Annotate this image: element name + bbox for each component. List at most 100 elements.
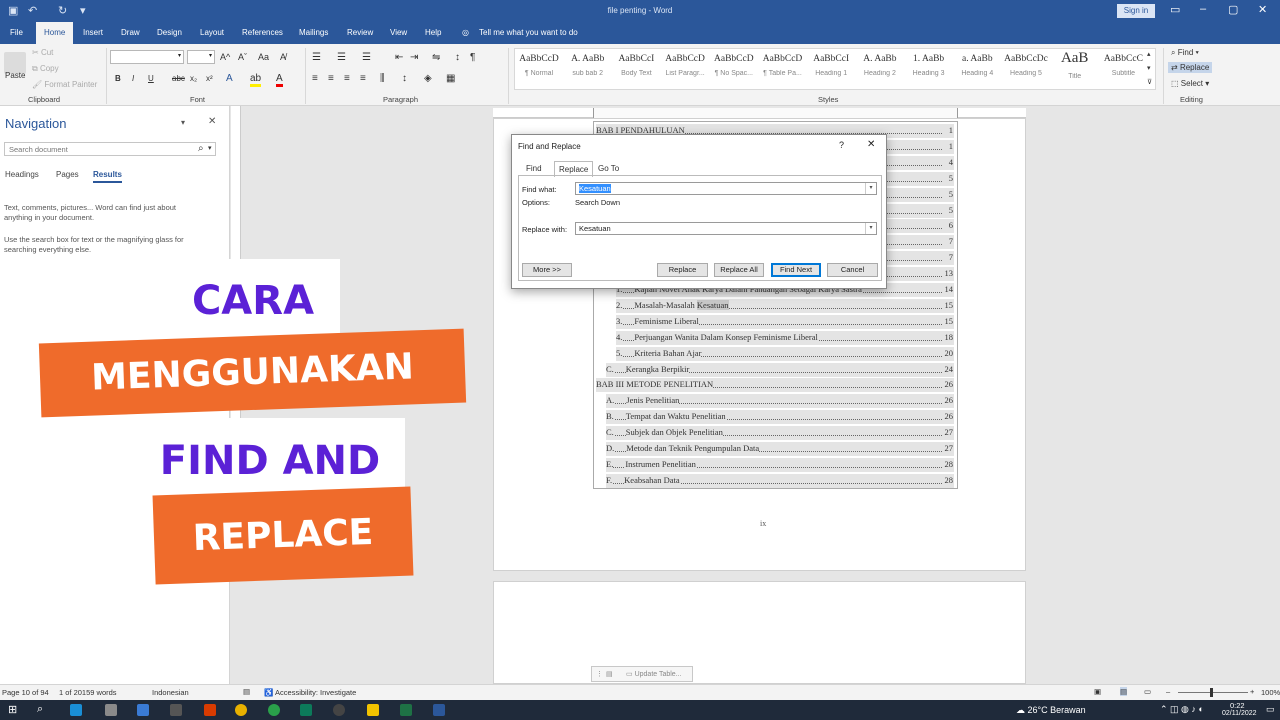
clear-format-icon[interactable]: A̸ [280,52,286,62]
align-center-icon[interactable]: ≡ [328,73,334,84]
clock-date[interactable]: 02/11/2022 [1222,710,1257,717]
text-effects-icon[interactable]: A [226,73,233,84]
style-tile[interactable]: A. AaBb sub bab 2 [565,50,611,88]
toc-entry[interactable]: B. Tempat dan Waktu Penelitian 26 [606,410,954,425]
toc-entry[interactable]: E. Instrumen Penelitian 28 [606,457,954,472]
styles-scroll-down-icon[interactable]: ▾ [1147,64,1151,72]
word-count[interactable]: 1 of 20159 words [59,688,117,697]
toc-entry[interactable]: A. Jenis Penelitian 26 [606,394,954,409]
borders-icon[interactable]: ▦ [446,73,455,84]
edge-icon[interactable] [70,704,82,716]
word-icon[interactable] [433,704,445,716]
search-icon[interactable]: ⌕ [37,703,43,716]
focus-icon[interactable]: ▤ [243,687,250,696]
shading-icon[interactable]: ◈ [424,73,432,84]
close-icon[interactable]: ✕ [867,139,875,150]
read-mode-icon[interactable]: ▣ [1094,687,1101,696]
change-case-icon[interactable]: Aa [258,52,269,62]
toc-entry[interactable]: BAB III METODE PENELITIAN 26 [596,378,954,393]
start-icon[interactable]: ⊞ [8,703,17,716]
align-left-icon[interactable]: ≡ [312,73,318,84]
toc-entry[interactable]: D. Metode dan Teknik Pengumpulan Data 27 [606,442,954,456]
tab-help[interactable]: Help [425,22,441,44]
tab-draw[interactable]: Draw [121,22,140,44]
replace-button[interactable]: ⇄ Replace [1168,62,1213,73]
toc-entry[interactable]: 4. Perjuangan Wanita Dalam Konsep Feminis… [616,330,954,345]
tab-view[interactable]: View [390,22,407,44]
tray-icons[interactable]: ⌃ ◫ ◍ ♪ ◐ [1160,704,1204,715]
update-table-button[interactable]: ▭ Update Table... [626,670,682,678]
copy-button[interactable]: ⧉ Copy [32,64,59,74]
language[interactable]: Indonesian [152,688,189,697]
office-icon[interactable] [204,704,216,716]
tab-review[interactable]: Review [347,22,373,44]
weather-widget[interactable]: ☁ 26°C Berawan [1016,705,1086,716]
zoom-slider[interactable] [1178,692,1248,693]
toc-entry[interactable]: C. Kerangka Berpikir 24 [606,362,954,377]
tab-file[interactable]: File [10,22,23,44]
bold-button[interactable]: B [115,74,121,83]
superscript-button[interactable]: x² [206,74,213,83]
italic-button[interactable]: I [132,74,134,83]
style-tile[interactable]: A. AaBb Heading 2 [857,50,903,88]
close-pane-icon[interactable]: ✕ [208,116,216,127]
select-button[interactable]: ⬚ Select ▾ [1171,79,1209,88]
bullets-icon[interactable]: ☰ [312,52,321,63]
tell-me-search[interactable]: Tell me what you want to do [479,22,578,44]
font-name-select[interactable]: ▾ [110,50,184,64]
excel-icon[interactable] [400,704,412,716]
style-tile[interactable]: AaBbCcD ¶ No Spac... [711,50,757,88]
search-document-input[interactable]: Search document [4,142,216,156]
tab-layout[interactable]: Layout [200,22,224,44]
highlight-icon[interactable]: ab [250,73,262,87]
close-window-icon[interactable]: ✕ [1258,3,1267,16]
format-painter-button[interactable]: 🖌 Format Painter [32,80,97,89]
tab-results[interactable]: Results [93,170,122,183]
task-view-icon[interactable] [105,704,117,716]
zoom-in-icon[interactable]: + [1250,687,1254,696]
underline-button[interactable]: U [148,74,154,83]
maximize-icon[interactable]: ▢ [1228,3,1238,16]
find-next-button[interactable]: Find Next [771,263,821,277]
floating-table-toolbar[interactable]: ⋮ ▤ ▭ Update Table... [591,666,693,682]
justify-icon[interactable]: ≡ [360,73,366,84]
distributed-icon[interactable]: ⫼ [380,73,385,84]
toc-entry[interactable]: C. Subjek dan Objek Penelitian 27 [606,426,954,441]
font-size-select[interactable]: ▾ [187,50,215,64]
cancel-button[interactable]: Cancel [827,263,878,277]
tab-pages[interactable]: Pages [56,170,79,179]
increase-indent-icon[interactable]: ⇥ [410,52,418,63]
tab-references[interactable]: References [242,22,283,44]
replace-with-input[interactable]: Kesatuan ▾ [575,222,877,235]
app-icon[interactable] [300,704,312,716]
chevron-down-icon[interactable]: ▾ [208,144,212,152]
font-color-icon[interactable]: A [276,73,283,87]
sign-in-button[interactable]: Sign in [1117,4,1155,18]
help-button[interactable]: ? [839,140,844,150]
toc-entry[interactable]: 2. Masalah-Masalah Kesatuan 15 [616,298,954,313]
tab-mailings[interactable]: Mailings [299,22,328,44]
ribbon-display-icon[interactable]: ▭ [1170,3,1180,16]
strikethrough-button[interactable]: abc [172,74,185,83]
zoom-slider-thumb[interactable] [1210,688,1213,697]
shrink-font-icon[interactable]: Aˇ [238,52,247,62]
style-tile[interactable]: AaBbCcI Body Text [613,50,659,88]
chevron-down-icon[interactable]: ▾ [865,223,876,234]
toc-entry[interactable]: F. Keabsahan Data 28 [606,473,954,488]
app-icon[interactable] [333,704,345,716]
toc-entry[interactable]: 3. Feminisme Liberal 15 [616,314,954,329]
styles-more-icon[interactable]: ⊽ [1147,78,1152,86]
zoom-level[interactable]: 100% [1261,688,1280,697]
document-page[interactable] [493,581,1026,684]
minimize-icon[interactable]: – [1200,3,1206,15]
style-tile[interactable]: AaBbCcD List Paragr... [662,50,708,88]
style-tile[interactable]: AaBbCcI Heading 1 [808,50,854,88]
zoom-out-icon[interactable]: – [1166,687,1170,696]
show-marks-icon[interactable]: ¶ [470,52,475,63]
cut-button[interactable]: ✂ Cut [32,48,53,57]
toc-entry[interactable]: 5. Kriteria Bahan Ajar 20 [616,346,954,361]
style-tile[interactable]: AaB Title [1052,50,1098,88]
style-tile[interactable]: 1. AaBb Heading 3 [906,50,952,88]
style-tile[interactable]: AaBbCcDc Heading 5 [1003,50,1049,88]
tab-design[interactable]: Design [157,22,182,44]
